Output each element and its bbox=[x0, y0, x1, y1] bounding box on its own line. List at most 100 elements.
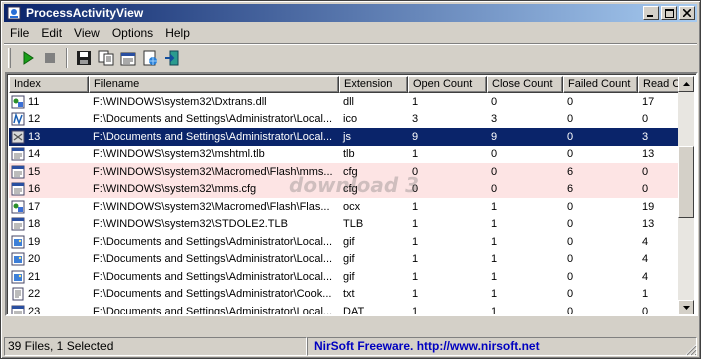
cell-index-text: 11 bbox=[28, 95, 40, 108]
column-header-read-count[interactable]: Read Co bbox=[638, 76, 681, 93]
cell-close-count: 9 bbox=[491, 130, 498, 143]
nirsoft-link[interactable]: NirSoft Freeware. http://www.nirsoft.net bbox=[307, 337, 697, 356]
ico-file-icon bbox=[11, 112, 25, 126]
cell-filename: F:\WINDOWS\system32\Macromed\Flash\Flas.… bbox=[93, 200, 330, 213]
copy-button[interactable] bbox=[95, 47, 117, 69]
exit-button[interactable] bbox=[161, 47, 183, 69]
file-icon bbox=[11, 217, 25, 231]
start-button[interactable] bbox=[17, 47, 39, 69]
toolbar-grip[interactable] bbox=[8, 47, 11, 68]
cell-read-count: 0 bbox=[642, 305, 649, 316]
scroll-thumb[interactable] bbox=[678, 146, 694, 218]
cell-failed-count: 0 bbox=[567, 253, 574, 266]
stop-button[interactable] bbox=[39, 47, 61, 69]
resize-grip-icon[interactable] bbox=[683, 342, 697, 356]
table-row[interactable]: 23 F:\Documents and Settings\Administrato… bbox=[9, 303, 681, 316]
cell-index-text: 18 bbox=[28, 218, 41, 231]
cell-index: 22 bbox=[9, 287, 89, 301]
menu-options[interactable]: Options bbox=[106, 26, 159, 40]
file-icon bbox=[11, 182, 25, 196]
table-row[interactable]: 18 F:\WINDOWS\system32\STDOLE2.TLB TLB 1 1 0 1… bbox=[9, 216, 681, 234]
close-button[interactable] bbox=[679, 6, 695, 20]
dll-icon bbox=[11, 95, 25, 109]
table-row[interactable]: 16 F:\WINDOWS\system32\mms.cfg cfg 0 0 6 0 bbox=[9, 180, 681, 198]
cell-index: 11 bbox=[9, 95, 89, 109]
column-header-index[interactable]: Index bbox=[9, 76, 89, 93]
cell-extension: tlb bbox=[343, 148, 355, 161]
cell-index-text: 23 bbox=[28, 305, 41, 316]
text-file-icon bbox=[12, 287, 24, 301]
app-window: ProcessActivityView File Edit View Optio… bbox=[0, 0, 701, 359]
menu-view[interactable]: View bbox=[68, 26, 106, 40]
table-row[interactable]: 21 F:\Documents and Settings\Administrato… bbox=[9, 268, 681, 286]
list-rows: 11 F:\WINDOWS\system32\Dxtrans.dll dll 1 0 0 1… bbox=[9, 93, 681, 316]
cell-filename: F:\WINDOWS\system32\Macromed\Flash\mms..… bbox=[93, 165, 333, 178]
cell-open-count: 1 bbox=[412, 305, 419, 316]
cell-index-text: 17 bbox=[28, 200, 41, 213]
cell-close-count: 1 bbox=[491, 200, 498, 213]
cell-open-count: 9 bbox=[412, 130, 419, 143]
cell-read-count: 13 bbox=[642, 218, 655, 231]
vertical-scrollbar[interactable] bbox=[678, 76, 694, 314]
cell-filename: F:\WINDOWS\system32\mms.cfg bbox=[93, 183, 257, 196]
cell-close-count: 3 bbox=[491, 113, 498, 126]
stop-icon bbox=[45, 52, 55, 63]
cell-read-count: 1 bbox=[642, 288, 649, 301]
save-icon bbox=[77, 50, 91, 65]
column-header-close-count[interactable]: Close Count bbox=[487, 76, 563, 93]
menu-bar: File Edit View Options Help bbox=[4, 24, 697, 42]
maximize-button[interactable] bbox=[661, 6, 677, 20]
cell-index: 16 bbox=[9, 182, 89, 196]
table-row[interactable]: 15 F:\WINDOWS\system32\Macromed\Flash\mms… bbox=[9, 163, 681, 181]
column-header-extension[interactable]: Extension bbox=[339, 76, 408, 93]
scroll-up-button[interactable] bbox=[678, 76, 694, 92]
cell-index: 17 bbox=[9, 200, 89, 214]
cell-close-count: 0 bbox=[491, 95, 498, 108]
minimize-button[interactable] bbox=[643, 6, 659, 20]
cell-index-text: 22 bbox=[28, 288, 41, 301]
table-row[interactable]: 19 F:\Documents and Settings\Administrato… bbox=[9, 233, 681, 251]
table-row[interactable]: 13 F:\Documents and Settings\Administrato… bbox=[9, 128, 681, 146]
file-list-view[interactable]: Index Filename Extension Open Count Clos… bbox=[5, 72, 698, 316]
cell-close-count: 0 bbox=[491, 148, 498, 161]
column-header-filename[interactable]: Filename bbox=[89, 76, 339, 93]
exit-icon bbox=[165, 50, 179, 65]
html-report-button[interactable] bbox=[139, 47, 161, 69]
cell-index: 14 bbox=[9, 147, 89, 161]
cell-read-count: 13 bbox=[642, 148, 655, 161]
save-button[interactable] bbox=[73, 47, 95, 69]
table-row[interactable]: 22 F:\Documents and Settings\Administrato… bbox=[9, 286, 681, 304]
table-row[interactable]: 20 F:\Documents and Settings\Administrato… bbox=[9, 251, 681, 269]
table-row[interactable]: 17 F:\WINDOWS\system32\Macromed\Flash\Fla… bbox=[9, 198, 681, 216]
cell-open-count: 3 bbox=[412, 113, 419, 126]
cell-index-text: 20 bbox=[28, 253, 41, 266]
cell-open-count: 1 bbox=[412, 253, 419, 266]
file-icon bbox=[11, 305, 25, 314]
menu-help[interactable]: Help bbox=[159, 26, 196, 40]
cell-index: 21 bbox=[9, 270, 89, 284]
cell-failed-count: 0 bbox=[567, 148, 574, 161]
scroll-down-button[interactable] bbox=[678, 300, 694, 314]
cell-open-count: 1 bbox=[412, 288, 419, 301]
cell-read-count: 0 bbox=[642, 165, 649, 178]
properties-button[interactable] bbox=[117, 47, 139, 69]
cell-read-count: 0 bbox=[642, 113, 649, 126]
menu-file[interactable]: File bbox=[4, 26, 35, 40]
cell-index: 20 bbox=[9, 252, 89, 266]
cell-extension: DAT bbox=[343, 305, 365, 316]
table-row[interactable]: 12 F:\Documents and Settings\Administrato… bbox=[9, 111, 681, 129]
cell-failed-count: 0 bbox=[567, 288, 574, 301]
cell-index: 23 bbox=[9, 305, 89, 316]
cell-extension: cfg bbox=[343, 183, 358, 196]
image-file-icon bbox=[11, 252, 25, 266]
table-row[interactable]: 11 F:\WINDOWS\system32\Dxtrans.dll dll 1 0 0 1… bbox=[9, 93, 681, 111]
cell-open-count: 1 bbox=[412, 148, 419, 161]
cell-open-count: 0 bbox=[412, 165, 419, 178]
cell-failed-count: 6 bbox=[567, 183, 574, 196]
cell-extension: TLB bbox=[343, 218, 364, 231]
column-header-failed-count[interactable]: Failed Count bbox=[563, 76, 638, 93]
table-row[interactable]: 14 F:\WINDOWS\system32\mshtml.tlb tlb 1 0 0 13 bbox=[9, 146, 681, 164]
menu-edit[interactable]: Edit bbox=[35, 26, 68, 40]
column-header-open-count[interactable]: Open Count bbox=[408, 76, 487, 93]
title-bar[interactable]: ProcessActivityView bbox=[4, 4, 697, 22]
